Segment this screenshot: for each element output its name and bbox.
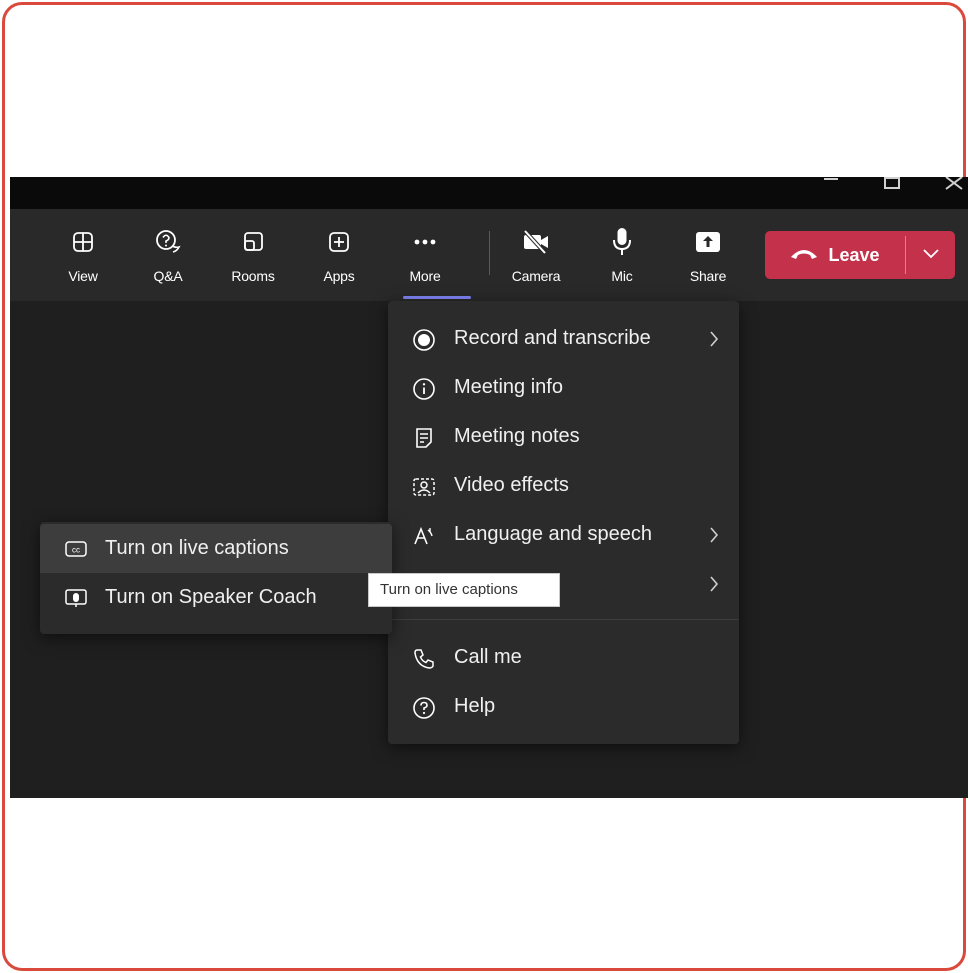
menu-item-label: Meeting notes xyxy=(454,425,580,447)
close-window-icon[interactable] xyxy=(943,177,965,209)
menu-item-meeting-info[interactable]: Meeting info xyxy=(388,365,739,411)
tooltip: Turn on live captions xyxy=(368,573,560,607)
share-button[interactable]: Share xyxy=(673,209,743,301)
share-label: Share xyxy=(689,268,727,284)
react-icon xyxy=(10,229,28,255)
phone-icon xyxy=(412,647,436,671)
help-icon xyxy=(412,696,436,720)
restore-icon[interactable] xyxy=(882,177,904,209)
menu-item-label: Language and speech xyxy=(454,523,652,545)
apps-label: Apps xyxy=(323,268,355,284)
more-label: More xyxy=(409,268,441,284)
rooms-label: Rooms xyxy=(231,268,275,284)
view-button[interactable]: View xyxy=(48,209,118,301)
menu-item-label: Video effects xyxy=(454,474,569,496)
menu-item-help[interactable]: Help xyxy=(388,684,739,730)
mic-button[interactable]: Mic xyxy=(587,209,657,301)
record-icon xyxy=(412,328,436,352)
mic-label: Mic xyxy=(611,268,633,284)
hang-up-icon xyxy=(790,245,818,266)
view-label: View xyxy=(68,268,98,284)
menu-item-call-me[interactable]: Call me xyxy=(388,635,739,681)
chevron-right-icon xyxy=(706,328,722,350)
speaker-coach-icon xyxy=(64,586,88,610)
camera-label: Camera xyxy=(511,268,561,284)
notes-icon xyxy=(412,426,436,450)
chevron-down-icon xyxy=(922,246,940,264)
more-button[interactable]: More xyxy=(390,209,460,301)
qa-label: Q&A xyxy=(153,268,183,284)
menu-item-label: Call me xyxy=(454,646,522,668)
mic-icon xyxy=(587,228,657,255)
menu-item-language-and-speech[interactable]: Language and speech xyxy=(388,512,739,558)
leave-options-button[interactable] xyxy=(906,231,955,279)
submenu-item-label: Turn on Speaker Coach xyxy=(105,586,317,608)
teams-meeting-window: ct View Q&A Rooms Apps xyxy=(10,177,968,798)
meeting-toolbar: ct View Q&A Rooms Apps xyxy=(10,209,968,301)
grid-icon xyxy=(48,229,118,255)
plus-box-icon xyxy=(304,229,374,255)
leave-split-button: Leave xyxy=(765,231,955,279)
title-bar xyxy=(10,177,968,209)
apps-button[interactable]: Apps xyxy=(304,209,374,301)
submenu-item-live-captions[interactable]: cc Turn on live captions xyxy=(40,524,392,573)
video-effects-icon xyxy=(412,475,436,499)
more-active-indicator xyxy=(403,296,471,299)
submenu-item-speaker-coach[interactable]: Turn on Speaker Coach xyxy=(40,573,392,622)
react-button[interactable]: ct xyxy=(10,209,28,301)
chevron-right-icon xyxy=(706,573,722,595)
rooms-button[interactable]: Rooms xyxy=(218,209,288,301)
language-icon xyxy=(412,524,436,548)
share-icon xyxy=(673,229,743,255)
rooms-icon xyxy=(218,229,288,255)
submenu-item-label: Turn on live captions xyxy=(105,537,289,559)
captions-icon: cc xyxy=(64,537,88,561)
qa-icon xyxy=(133,229,203,255)
react-label: ct xyxy=(10,268,38,284)
info-icon xyxy=(412,377,436,401)
minimize-icon[interactable] xyxy=(822,177,840,209)
menu-item-label: Meeting info xyxy=(454,376,563,398)
accessibility-submenu: cc Turn on live captions Turn on Speaker… xyxy=(40,522,392,634)
menu-item-label: Record and transcribe xyxy=(454,327,651,349)
leave-button[interactable]: Leave xyxy=(765,231,905,279)
menu-item-label: Help xyxy=(454,695,496,717)
camera-off-icon xyxy=(501,229,571,255)
qa-button[interactable]: Q&A xyxy=(133,209,203,301)
leave-label: Leave xyxy=(828,244,880,265)
chevron-right-icon xyxy=(706,524,722,546)
camera-button[interactable]: Camera xyxy=(501,209,571,301)
menu-item-record-and-transcribe[interactable]: Record and transcribe xyxy=(388,316,739,362)
svg-text:cc: cc xyxy=(72,546,80,555)
menu-item-meeting-notes[interactable]: Meeting notes xyxy=(388,414,739,460)
ellipsis-icon xyxy=(390,229,460,255)
menu-item-video-effects[interactable]: Video effects xyxy=(388,463,739,509)
toolbar-divider xyxy=(489,231,490,275)
more-menu: Record and transcribe Meeting info Meeti… xyxy=(388,301,739,744)
menu-separator xyxy=(388,619,739,620)
